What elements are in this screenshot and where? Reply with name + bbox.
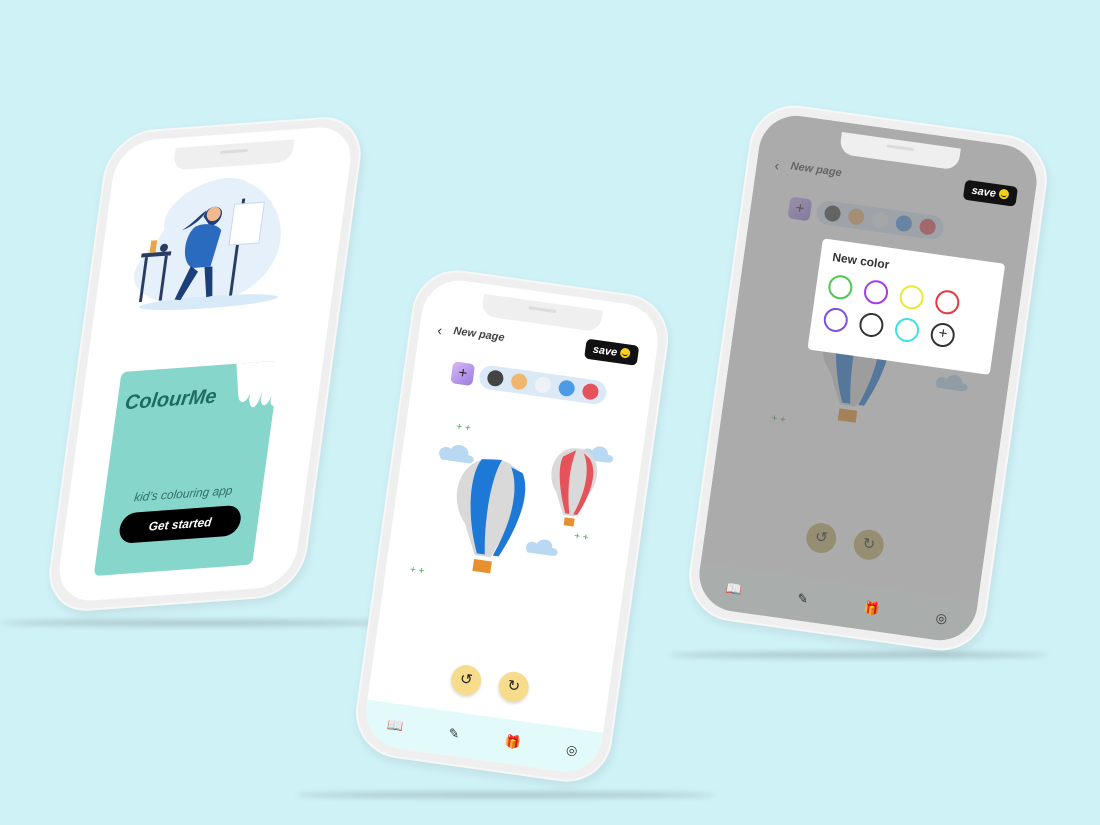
- phone-new-color: ‹ New page save + + + ↺: [683, 99, 1053, 657]
- plus-icon[interactable]: +: [450, 361, 476, 387]
- svg-text:+ +: + +: [573, 531, 589, 544]
- color-ring-black[interactable]: [857, 311, 885, 339]
- svg-text:+ +: + +: [409, 564, 425, 577]
- swatch-blue[interactable]: [557, 379, 576, 398]
- color-ring-red[interactable]: [933, 288, 961, 316]
- swatch-track: [477, 364, 608, 406]
- landing-screen: ColourMe kid’s colouring app Get started: [54, 124, 356, 604]
- gift-icon[interactable]: 🎁: [504, 733, 522, 751]
- get-started-button[interactable]: Get started: [117, 504, 243, 544]
- brand-title: ColourMe: [123, 385, 218, 415]
- balloon-drawing-canvas[interactable]: + + + + + +: [392, 396, 638, 625]
- swatch-orange[interactable]: [510, 372, 529, 391]
- new-color-screen: ‹ New page save + + + ↺: [694, 110, 1042, 646]
- pencil-icon[interactable]: ✎: [447, 725, 461, 742]
- brand-card: ColourMe kid’s colouring app Get started: [93, 360, 286, 577]
- book-icon[interactable]: 📖: [724, 580, 743, 598]
- pencil-icon[interactable]: ✎: [796, 590, 809, 607]
- book-icon[interactable]: 📖: [386, 717, 404, 735]
- redo-icon[interactable]: ↻: [496, 669, 531, 704]
- phone-landing: ColourMe kid’s colouring app Get started: [43, 114, 367, 614]
- bottom-nav: 📖 ✎ 🎁 ◎: [361, 699, 604, 777]
- chevron-left-icon[interactable]: ‹: [436, 322, 443, 338]
- color-ring-green[interactable]: [826, 273, 854, 301]
- plus-circle-icon[interactable]: +: [929, 321, 957, 349]
- svg-text:+ +: + +: [456, 421, 472, 434]
- page-title: New page: [452, 325, 506, 345]
- swatch-dark[interactable]: [486, 369, 505, 388]
- gift-icon[interactable]: 🎁: [863, 600, 881, 618]
- color-ring-grid: +: [822, 273, 988, 353]
- editor-screen: ‹ New page save + + + + + + + ↺ ↻ 📖 ✎ 🎁 …: [361, 275, 663, 777]
- color-ring-purple[interactable]: [862, 278, 890, 306]
- save-label: save: [592, 343, 618, 359]
- swatch-red[interactable]: [581, 382, 600, 401]
- save-button[interactable]: save: [583, 338, 640, 366]
- save-label: save: [970, 184, 997, 200]
- color-ring-violet[interactable]: [822, 306, 850, 334]
- color-ring-cyan[interactable]: [893, 316, 921, 344]
- swatch-white[interactable]: [533, 375, 552, 394]
- color-ring-yellow[interactable]: [898, 283, 926, 311]
- brand-tagline: kid’s colouring app: [133, 483, 234, 505]
- color-palette: +: [450, 360, 608, 406]
- aperture-icon[interactable]: ◎: [565, 742, 578, 759]
- smile-icon: [998, 188, 1010, 200]
- phone-editor: ‹ New page save + + + + + + + ↺ ↻ 📖 ✎ 🎁 …: [350, 264, 674, 788]
- artist-illustration: [134, 178, 281, 311]
- paint-drip-decoration: [236, 360, 286, 408]
- smile-icon: [619, 347, 631, 359]
- undo-icon[interactable]: ↺: [449, 663, 484, 698]
- aperture-icon[interactable]: ◎: [935, 610, 948, 627]
